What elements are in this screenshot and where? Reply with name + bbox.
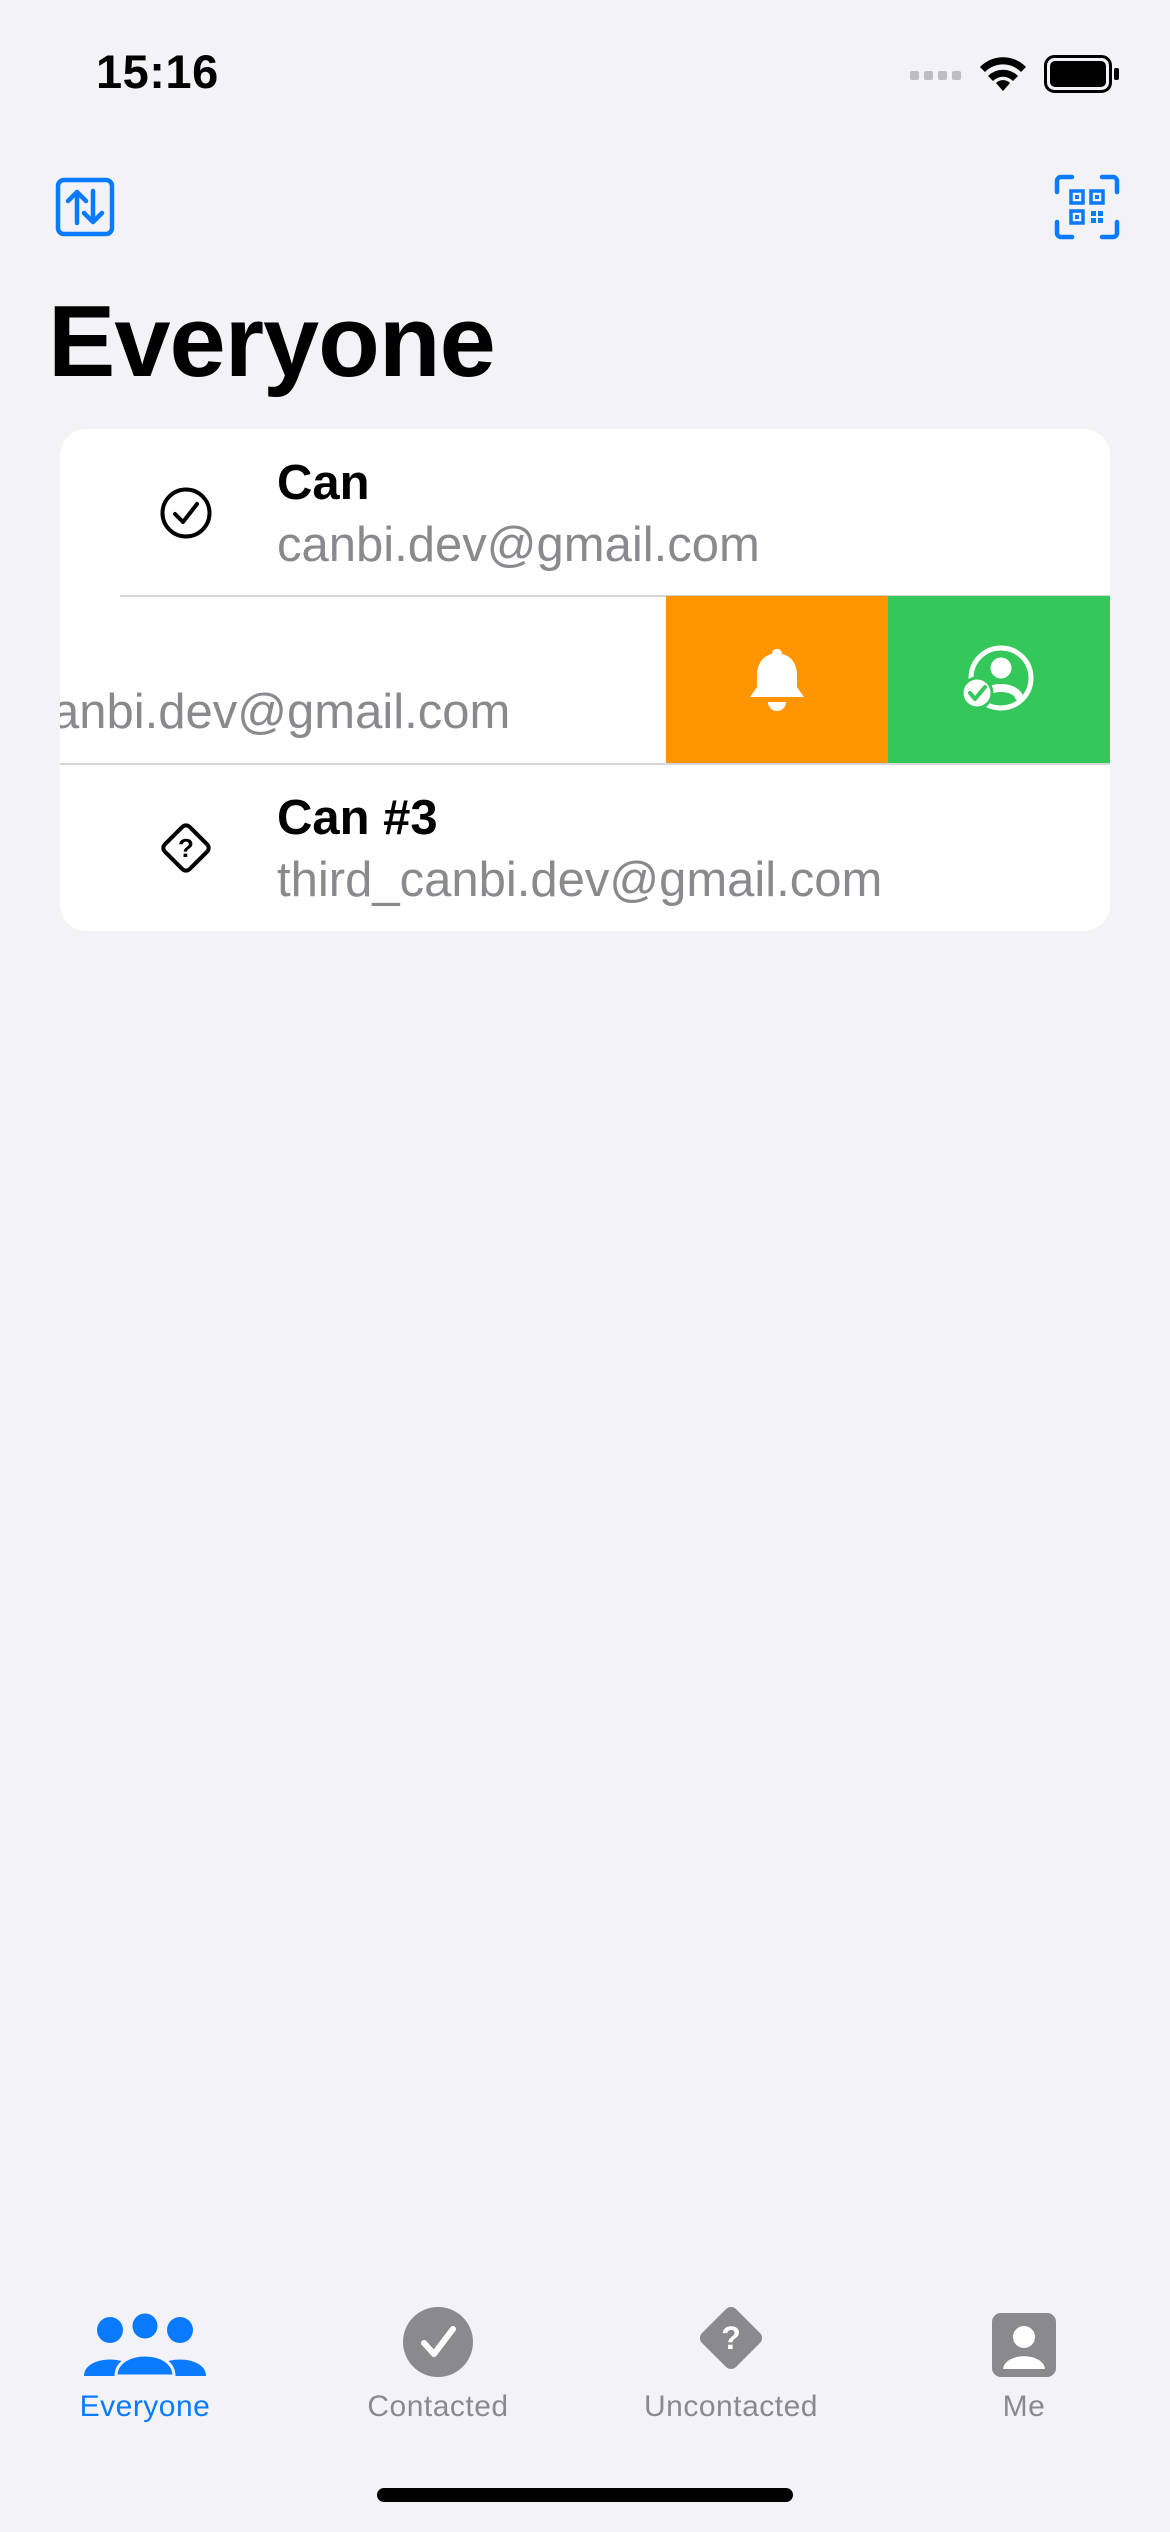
tab-me[interactable]: Me: [904, 2270, 1144, 2430]
question-diamond-fill-icon: ?: [661, 2298, 801, 2378]
page-title: Everyone: [48, 286, 496, 398]
signal-icon: [910, 71, 961, 80]
tab-label: Uncontacted: [644, 2390, 818, 2423]
tab-label: Contacted: [367, 2390, 509, 2423]
tab-contacted[interactable]: Contacted: [318, 2270, 558, 2430]
mark-contacted-action-button[interactable]: [888, 596, 1110, 763]
screen: 15:16 Everyone Can canbi.dev@gmail.com a…: [0, 0, 1170, 2532]
question-diamond-icon: ?: [156, 818, 216, 878]
sort-arrows-icon: [55, 177, 115, 237]
bell-icon: [750, 648, 804, 711]
person-checkmark-icon: [960, 645, 1034, 710]
qr-code-scanner-icon: [1054, 174, 1120, 240]
checkmark-circle-icon: [156, 483, 216, 543]
notify-action-button[interactable]: [666, 596, 888, 763]
checkmark-circle-fill-icon: [368, 2298, 508, 2378]
status-indicators: [910, 50, 1120, 98]
tab-label: Everyone: [79, 2390, 211, 2423]
battery-icon: [1044, 55, 1119, 93]
list-item-swiped[interactable]: anbi.dev@gmail.com: [60, 596, 1110, 763]
contact-name: Can: [277, 456, 370, 510]
qr-scan-button[interactable]: [1052, 172, 1122, 242]
svg-text:?: ?: [178, 833, 194, 863]
contact-email: third_canbi.dev@gmail.com: [277, 853, 883, 907]
svg-text:?: ?: [721, 2320, 741, 2356]
contacts-list: Can canbi.dev@gmail.com anbi.dev@gmail.c…: [60, 429, 1110, 931]
people-icon: [75, 2298, 215, 2378]
status-time: 15:16: [96, 45, 219, 98]
home-indicator: [377, 2488, 793, 2502]
contact-email: canbi.dev@gmail.com: [277, 518, 760, 572]
wifi-icon: [980, 57, 1026, 91]
tab-everyone[interactable]: Everyone: [25, 2270, 265, 2430]
person-square-icon: [954, 2298, 1094, 2378]
contact-email: anbi.dev@gmail.com: [60, 685, 511, 739]
tab-uncontacted[interactable]: ? Uncontacted: [611, 2270, 851, 2430]
tab-label: Me: [1002, 2390, 1046, 2423]
list-item[interactable]: ? Can #3 third_canbi.dev@gmail.com: [60, 764, 1110, 931]
contact-name: Can #3: [277, 791, 438, 845]
list-item[interactable]: Can canbi.dev@gmail.com: [60, 429, 1110, 596]
sort-button[interactable]: [50, 172, 120, 242]
